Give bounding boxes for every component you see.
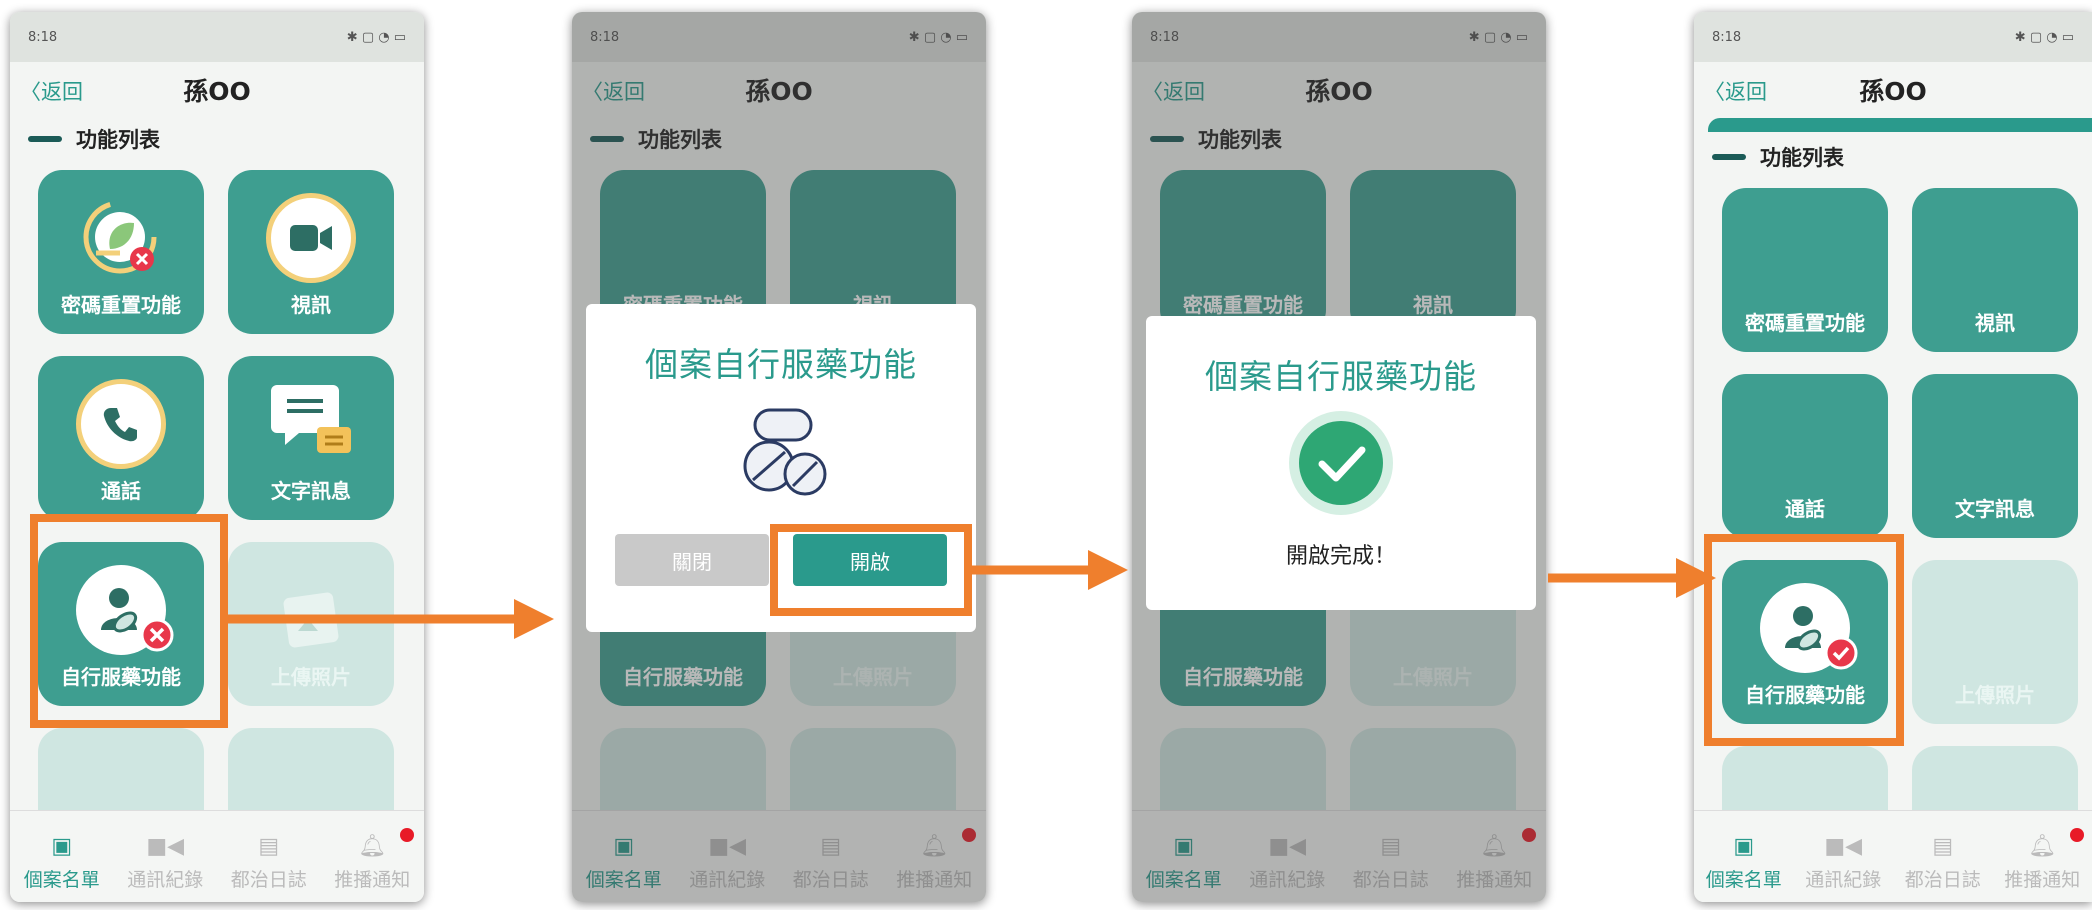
bell-icon: 🔔︎ (2028, 834, 2057, 859)
tile-label: 文字訊息 (1955, 497, 2035, 521)
status-bar: 8:18 ✱ ▢ ◔ ▭ (10, 12, 424, 62)
tab-label: 個案名單 (23, 869, 100, 891)
camera-icon: ■◀ (1824, 834, 1863, 859)
tile-text[interactable]: 文字訊息 (228, 356, 394, 520)
status-time: 8:18 (1712, 29, 1742, 45)
phone-screen-2: 8:18 ✱ ▢ ◔ ▭ 〈返回 孫OO 功能列表 密碼重置功能 視訊 通話 文… (572, 12, 986, 902)
done-message: 開啟完成！ (1285, 544, 1396, 569)
tab-label: 都治日誌 (1904, 869, 1981, 891)
message-icon (271, 385, 351, 453)
highlight-self-med-1 (30, 514, 228, 728)
page-title: 孫OO (1859, 77, 1927, 106)
nav-bar: 〈返回 孫OO (10, 62, 424, 118)
tile-password-reset[interactable]: 密碼重置功能 (1722, 188, 1888, 352)
nav-bar: 〈返回 孫OO (1694, 62, 2092, 118)
tab-case-list[interactable]: ▣ 個案名單 (24, 834, 100, 892)
tile-call[interactable]: 通話 (1722, 374, 1888, 538)
tile-video[interactable]: 視訊 (1912, 188, 2078, 352)
status-bar: 8:18 ✱ ▢ ◔ ▭ (1694, 12, 2092, 62)
page-title: 孫OO (183, 77, 251, 106)
calendar-icon: ▤ (258, 834, 280, 859)
section-header: 功能列表 (1712, 136, 2074, 178)
tile-label: 上傳照片 (271, 665, 351, 689)
tab-bar: ▣ 個案名單 ■◀ 通訊紀錄 ▤ 都治日誌 🔔︎ 推播通知 (1694, 810, 2092, 902)
tab-label: 推播通知 (334, 869, 411, 891)
tab-call-log[interactable]: ■◀ 通訊紀錄 (1805, 834, 1881, 892)
tab-push-notice[interactable]: 🔔︎ 推播通知 (2004, 828, 2085, 892)
arrow-step-2 (970, 550, 1128, 590)
tile-label: 密碼重置功能 (61, 293, 181, 317)
tile-password-reset[interactable]: 密碼重置功能 (38, 170, 204, 334)
panel-top-accent (1708, 118, 2092, 132)
success-dialog: 個案自行服藥功能 開啟完成！ (1146, 316, 1536, 610)
highlight-self-med-4 (1704, 534, 1904, 746)
dialog-title: 個案自行服藥功能 (645, 345, 917, 384)
id-card-icon: ▣ (1733, 834, 1755, 859)
bell-icon: 🔔︎ (358, 834, 387, 859)
status-time: 8:18 (28, 29, 58, 45)
tile-label: 視訊 (1975, 311, 2015, 335)
dialog-title: 個案自行服藥功能 (1205, 357, 1477, 396)
tile-label: 文字訊息 (271, 479, 351, 503)
pills-icon (743, 408, 827, 496)
back-button[interactable]: 〈返回 (20, 76, 83, 106)
tile-label: 通話 (101, 479, 141, 503)
tile-call[interactable]: 通話 (38, 356, 204, 520)
tab-dot-log[interactable]: ▤ 都治日誌 (1905, 834, 1981, 892)
tile-label: 通話 (1785, 497, 1825, 521)
reset-icon (83, 200, 157, 274)
tile-label: 視訊 (291, 293, 331, 317)
video-icon (266, 193, 356, 283)
tab-bar: ▣ 個案名單 ■◀ 通訊紀錄 ▤ 都治日誌 🔔︎ 推播通知 (10, 810, 424, 902)
tile-upload-photo: 上傳照片 (1912, 560, 2078, 724)
tab-push-notice[interactable]: 🔔︎ 推播通知 (334, 828, 415, 892)
tab-label: 都治日誌 (230, 869, 307, 891)
tab-label: 推播通知 (2004, 869, 2081, 891)
tab-label: 通訊紀錄 (127, 869, 204, 891)
notification-dot (400, 828, 415, 842)
section-title: 功能列表 (1760, 146, 1844, 170)
phone-icon (76, 379, 166, 469)
arrow-step-3 (1548, 558, 1716, 598)
phone-screen-4: 8:18 ✱ ▢ ◔ ▭ 〈返回 孫OO 功能列表 密碼重置功能 視訊 通話 文… (1694, 12, 2092, 902)
phone-screen-3: 8:18 ✱ ▢ ◔ ▭ 〈返回 孫OO 功能列表 密碼重置功能 視訊 通話 文… (1132, 12, 1546, 902)
tile-video[interactable]: 視訊 (228, 170, 394, 334)
section-header: 功能列表 (28, 118, 406, 160)
close-button[interactable]: 關閉 (615, 534, 769, 586)
section-title: 功能列表 (76, 128, 160, 152)
tab-label: 個案名單 (1705, 869, 1782, 891)
tab-case-list[interactable]: ▣ 個案名單 (1706, 834, 1782, 892)
back-button[interactable]: 〈返回 (1704, 76, 1767, 106)
tile-text[interactable]: 文字訊息 (1912, 374, 2078, 538)
arrow-step-1 (226, 599, 554, 639)
id-card-icon: ▣ (51, 834, 73, 859)
tab-dot-log[interactable]: ▤ 都治日誌 (231, 834, 307, 892)
status-icons: ✱ ▢ ◔ ▭ (2014, 29, 2074, 45)
tab-call-log[interactable]: ■◀ 通訊紀錄 (127, 834, 203, 892)
section-bar (1712, 154, 1746, 160)
highlight-open-button (770, 524, 972, 616)
tile-label: 上傳照片 (1955, 683, 2035, 707)
tile-label: 密碼重置功能 (1745, 311, 1865, 335)
calendar-icon: ▤ (1932, 834, 1954, 859)
status-icons: ✱ ▢ ◔ ▭ (346, 29, 406, 45)
notification-dot (2070, 828, 2085, 842)
phone-screen-1: 8:18 ✱ ▢ ◔ ▭ 〈返回 孫OO 功能列表 密碼重置功能 視訊 通話 文… (10, 12, 424, 902)
tab-label: 通訊紀錄 (1805, 869, 1882, 891)
check-success-icon (1289, 411, 1393, 515)
section-bar (28, 136, 62, 142)
camera-icon: ■◀ (146, 834, 185, 859)
